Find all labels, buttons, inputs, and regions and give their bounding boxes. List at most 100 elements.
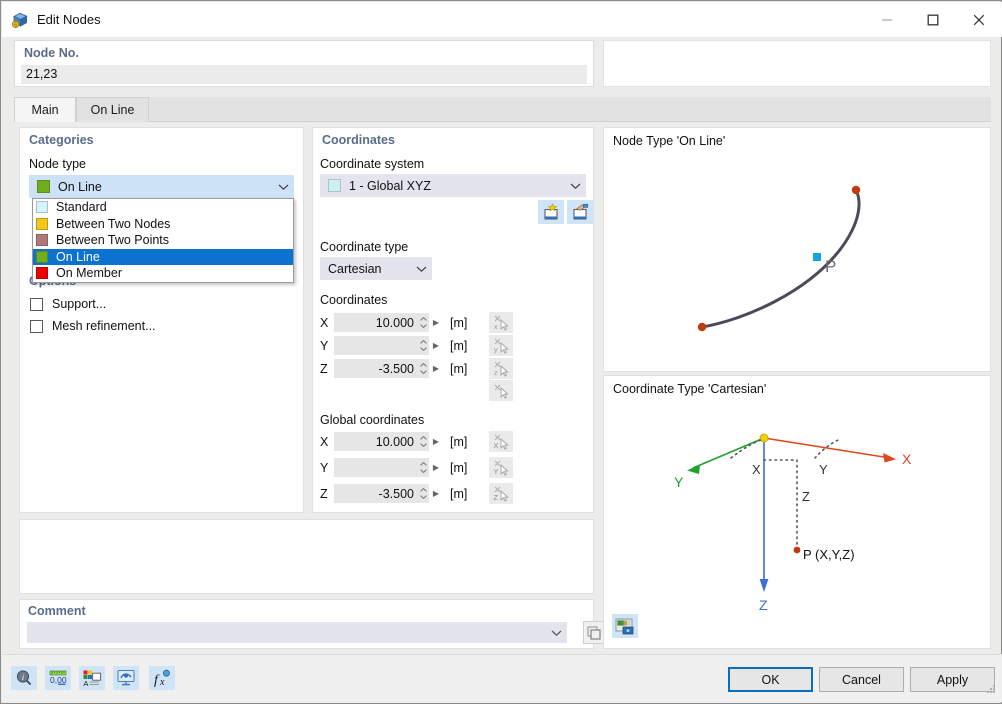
dropdown-item-label: Between Two Nodes — [56, 216, 171, 231]
display-properties-icon: A — [83, 670, 102, 688]
axis-z-label: Z — [759, 597, 768, 613]
close-button[interactable] — [956, 2, 1002, 37]
visual-settings-button[interactable] — [113, 666, 139, 690]
node-no-input[interactable]: 21,23 — [21, 65, 587, 84]
chevron-down-icon[interactable] — [410, 257, 432, 280]
preview-image-button[interactable] — [612, 614, 638, 638]
coordinate-z-spinner[interactable] — [418, 359, 429, 378]
pick-y-button[interactable]: y — [489, 335, 513, 356]
pick-global-z-button[interactable]: Z — [489, 483, 513, 504]
chevron-down-icon[interactable] — [564, 174, 586, 197]
tab-on-line[interactable]: On Line — [76, 97, 149, 122]
coordinate-z-row: Z -3.500 ▶ [m] — [320, 359, 467, 378]
mesh-refinement-checkbox[interactable] — [30, 319, 43, 333]
global-y-input[interactable] — [334, 458, 429, 477]
mesh-refinement-checkbox-row[interactable]: Mesh refinement... — [30, 319, 156, 333]
comment-input[interactable] — [27, 622, 567, 643]
cartesian-point — [793, 546, 801, 554]
global-y-spinner[interactable] — [418, 458, 429, 477]
tab-main[interactable]: Main — [14, 97, 76, 122]
pick-global-x-button[interactable]: X — [489, 431, 513, 452]
coordinate-y-spinner[interactable] — [418, 336, 429, 355]
pick-x-button[interactable]: x — [489, 312, 513, 333]
preview-point-label: P — [825, 257, 836, 276]
node-no-label: Node No. — [24, 46, 79, 60]
pick-global-z-icon: Z — [493, 486, 509, 502]
coordinate-x-input[interactable]: 10.000 — [334, 313, 429, 332]
svg-text:x: x — [494, 324, 498, 331]
dropdown-item-on-member[interactable]: On Member — [33, 265, 293, 282]
visual-settings-icon — [117, 670, 135, 686]
dropdown-item-between-two-points[interactable]: Between Two Points — [33, 232, 293, 249]
units-decimal-button[interactable]: 0,00 — [45, 666, 71, 690]
global-z-spinner[interactable] — [418, 484, 429, 503]
pick-global-y-button[interactable]: Y — [489, 457, 513, 478]
coordinate-z-value: -3.500 — [378, 361, 414, 376]
dropdown-item-standard[interactable]: Standard — [33, 199, 293, 216]
svg-text:A: A — [83, 679, 89, 688]
coordinate-y-play-icon[interactable]: ▶ — [429, 341, 443, 350]
global-y-play-icon[interactable]: ▶ — [429, 463, 443, 472]
node-type-dropdown-list[interactable]: Standard Between Two Nodes Between Two P… — [32, 198, 294, 283]
edit-coordinate-system-button[interactable] — [567, 200, 593, 224]
coordinate-x-play-icon[interactable]: ▶ — [429, 318, 443, 327]
global-coordinate-x-row: X 10.000 ▶ [m] — [320, 432, 467, 451]
coordinate-system-combobox[interactable]: 1 - Global XYZ — [320, 174, 586, 197]
preview-coordinate-type-panel: Coordinate Type 'Cartesian' X Y Z X Y Z — [603, 375, 991, 649]
on-member-color-swatch — [36, 267, 48, 280]
formula-button[interactable]: f x — [149, 666, 175, 690]
pick-global-x-icon: X — [493, 434, 509, 450]
global-x-input[interactable]: 10.000 — [334, 432, 429, 451]
projection-y-label: Y — [819, 462, 828, 477]
ok-button[interactable]: OK — [728, 667, 813, 692]
minimize-button[interactable] — [864, 2, 910, 37]
window-controls — [864, 2, 1002, 37]
projection-x-label: X — [752, 462, 761, 477]
chevron-down-icon[interactable] — [545, 622, 567, 643]
maximize-button[interactable] — [910, 2, 956, 37]
node-type-combobox[interactable]: On Line — [29, 175, 294, 198]
coordinate-y-axis-label: Y — [320, 338, 329, 353]
node-no-group: Node No. 21,23 — [14, 40, 594, 87]
formula-icon: f x — [154, 669, 170, 688]
coordinate-y-input[interactable] — [334, 336, 429, 355]
new-coordinate-system-button[interactable] — [538, 200, 564, 224]
global-x-unit: [m] — [450, 434, 468, 449]
global-x-spinner[interactable] — [418, 432, 429, 451]
point-pxyz-label: P (X,Y,Z) — [803, 547, 855, 562]
coordinate-x-spinner[interactable] — [418, 313, 429, 332]
new-coordinate-system-icon — [544, 203, 558, 220]
local-coordinates-label: Coordinates — [320, 293, 388, 307]
global-x-axis-label: X — [320, 434, 329, 449]
coordinate-z-play-icon[interactable]: ▶ — [429, 364, 443, 373]
apply-button[interactable]: Apply — [910, 667, 995, 692]
resize-grip[interactable] — [985, 683, 997, 698]
display-properties-button[interactable]: A — [79, 666, 105, 690]
coordinate-z-input[interactable]: -3.500 — [334, 359, 429, 378]
global-z-play-icon[interactable]: ▶ — [429, 489, 443, 498]
info-icon: i — [16, 670, 32, 686]
svg-text:Y: Y — [493, 467, 498, 476]
preview-node-type-label: Node Type 'On Line' — [613, 134, 726, 148]
pick-z-button[interactable]: z — [489, 358, 513, 379]
pick-point-button[interactable] — [489, 380, 513, 401]
global-z-unit: [m] — [450, 486, 468, 501]
info-button[interactable]: i — [11, 666, 37, 690]
title-bar: 6 Edit Nodes — [2, 2, 1002, 37]
cancel-button[interactable]: Cancel — [819, 667, 904, 692]
coordinate-type-combobox[interactable]: Cartesian — [320, 257, 432, 280]
support-checkbox-row[interactable]: Support... — [30, 297, 106, 311]
top-right-blank-panel — [603, 40, 991, 87]
global-z-input[interactable]: -3.500 — [334, 484, 429, 503]
chevron-down-icon[interactable] — [272, 175, 294, 198]
on-line-color-swatch — [36, 250, 48, 263]
dropdown-item-between-two-nodes[interactable]: Between Two Nodes — [33, 216, 293, 233]
global-coordinates-label: Global coordinates — [320, 413, 425, 427]
global-x-value: 10.000 — [375, 434, 414, 449]
global-x-play-icon[interactable]: ▶ — [429, 437, 443, 446]
edit-coordinate-system-icon — [573, 203, 589, 220]
svg-text:X: X — [493, 441, 498, 450]
dropdown-item-on-line[interactable]: On Line — [33, 248, 293, 265]
dropdown-item-label: Between Two Points — [56, 233, 170, 248]
support-checkbox[interactable] — [30, 297, 43, 311]
